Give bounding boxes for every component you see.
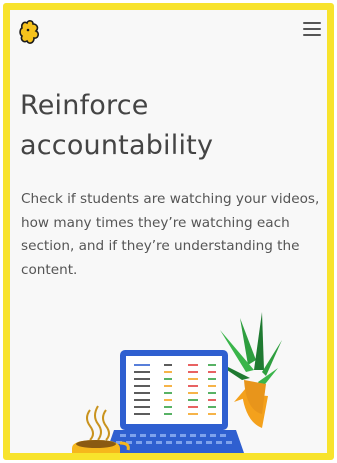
body-text: Check if students are watching your vide… <box>21 191 320 278</box>
laptop-icon <box>106 350 244 453</box>
page-frame: Reinforce accountability Check if studen… <box>3 3 334 460</box>
hamburger-menu-icon[interactable] <box>303 22 321 38</box>
puzzle-logo-icon[interactable] <box>19 20 41 46</box>
illustration <box>72 312 282 453</box>
page-title: Reinforce accountability <box>20 90 214 161</box>
